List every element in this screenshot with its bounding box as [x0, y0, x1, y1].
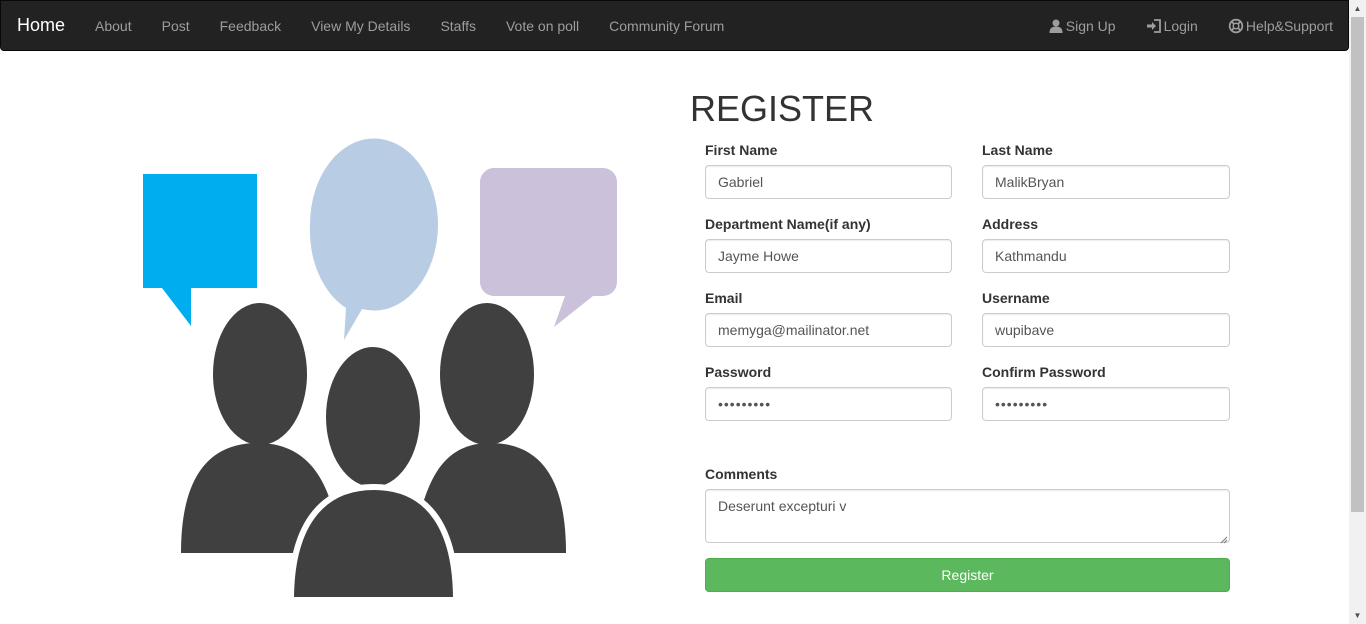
last-name-input[interactable]	[982, 165, 1230, 199]
brand-home-link[interactable]: Home	[1, 15, 80, 36]
department-label: Department Name(if any)	[705, 216, 871, 232]
person-right-figure	[424, 303, 566, 553]
nav-link-staffs[interactable]: Staffs	[425, 18, 491, 34]
department-input[interactable]	[705, 239, 952, 273]
first-name-input[interactable]	[705, 165, 952, 199]
username-input[interactable]	[982, 313, 1230, 347]
nav-link-feedback[interactable]: Feedback	[205, 18, 296, 34]
email-label: Email	[705, 290, 743, 306]
resize-grip-icon[interactable]	[1218, 531, 1228, 544]
username-label: Username	[982, 290, 1050, 306]
scroll-down-arrow-icon[interactable]: ▼	[1349, 607, 1366, 624]
last-name-label: Last Name	[982, 142, 1053, 158]
vertical-scrollbar[interactable]: ▲ ▼	[1349, 0, 1366, 624]
address-input[interactable]	[982, 239, 1230, 273]
nav-link-vote-on-poll[interactable]: Vote on poll	[491, 18, 594, 34]
scroll-up-arrow-icon[interactable]: ▲	[1349, 0, 1366, 17]
blue-square-speech-bubble	[143, 174, 257, 326]
login-label: Login	[1163, 17, 1198, 34]
nav-link-sign-up[interactable]: Sign Up	[1033, 18, 1131, 34]
nav-link-community-forum[interactable]: Community Forum	[594, 18, 739, 34]
oval-speech-bubble	[309, 138, 438, 340]
password-input[interactable]	[705, 387, 952, 421]
nav-link-view-my-details[interactable]: View My Details	[296, 18, 425, 34]
lavender-speech-bubble	[479, 168, 617, 327]
first-name-label: First Name	[705, 142, 778, 158]
lifebuoy-icon	[1228, 18, 1244, 34]
person-left-figure	[181, 303, 330, 553]
community-people-illustration	[130, 130, 630, 610]
register-title: REGISTER	[690, 88, 875, 129]
comments-textarea[interactable]: Deserunt excepturi v	[705, 489, 1230, 543]
address-label: Address	[982, 216, 1039, 232]
help-support-label: Help&Support	[1245, 17, 1333, 34]
user-icon	[1048, 18, 1064, 34]
nav-left-menu: About Post Feedback View My Details Staf…	[80, 18, 739, 34]
nav-link-about[interactable]: About	[80, 18, 147, 34]
register-button[interactable]: Register	[705, 558, 1230, 592]
comments-label: Comments	[705, 466, 778, 482]
password-label: Password	[705, 364, 772, 380]
scrollbar-thumb[interactable]	[1351, 17, 1364, 512]
nav-right-menu: Sign Up Login Help&Support	[1033, 18, 1348, 34]
login-icon	[1146, 18, 1162, 34]
navbar: Home About Post Feedback View My Details…	[0, 0, 1349, 51]
nav-link-post[interactable]: Post	[147, 18, 205, 34]
sign-up-label: Sign Up	[1065, 17, 1116, 34]
confirm-password-input[interactable]	[982, 387, 1230, 421]
nav-link-help-support[interactable]: Help&Support	[1213, 18, 1348, 34]
email-input[interactable]	[705, 313, 952, 347]
confirm-password-label: Confirm Password	[982, 364, 1106, 380]
nav-link-login[interactable]: Login	[1131, 18, 1213, 34]
